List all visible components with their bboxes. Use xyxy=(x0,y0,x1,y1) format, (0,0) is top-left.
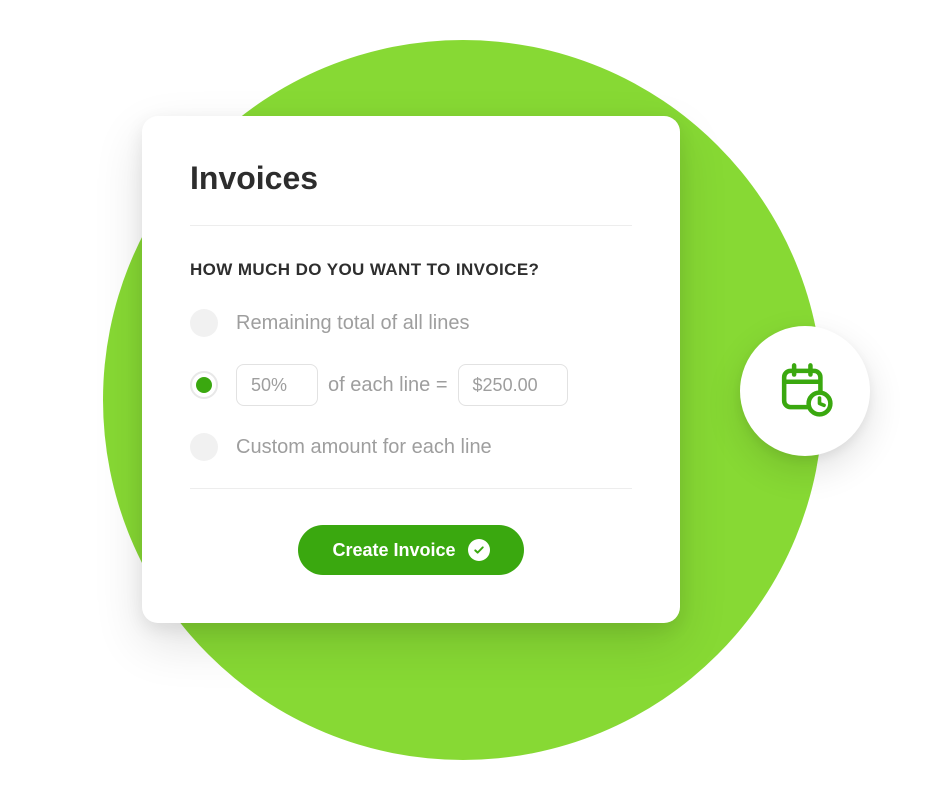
option-remaining-total[interactable]: Remaining total of all lines xyxy=(190,306,632,340)
schedule-badge xyxy=(740,326,870,456)
radio-remaining-total[interactable] xyxy=(190,309,218,337)
create-invoice-button[interactable]: Create Invoice xyxy=(298,525,523,575)
create-invoice-button-label: Create Invoice xyxy=(332,540,455,561)
calendar-schedule-icon xyxy=(776,360,834,423)
check-icon xyxy=(468,539,490,561)
option-custom-amount-label: Custom amount for each line xyxy=(236,436,492,459)
radio-percent-of-each-line[interactable] xyxy=(190,371,218,399)
percent-mid-text: of each line = xyxy=(328,374,448,397)
divider-top xyxy=(190,225,632,226)
option-remaining-total-label: Remaining total of all lines xyxy=(236,312,469,335)
percent-input[interactable]: 50% xyxy=(236,364,318,406)
card-title: Invoices xyxy=(190,160,632,197)
radio-custom-amount[interactable] xyxy=(190,433,218,461)
amount-input[interactable]: $250.00 xyxy=(458,364,568,406)
invoice-card: Invoices HOW MUCH DO YOU WANT TO INVOICE… xyxy=(142,116,680,623)
invoice-prompt: HOW MUCH DO YOU WANT TO INVOICE? xyxy=(190,260,632,280)
card-actions: Create Invoice xyxy=(190,488,632,575)
radio-selected-indicator xyxy=(196,377,212,393)
option-percent-of-each-line[interactable]: 50% of each line = $250.00 xyxy=(190,364,632,406)
option-custom-amount[interactable]: Custom amount for each line xyxy=(190,430,632,464)
